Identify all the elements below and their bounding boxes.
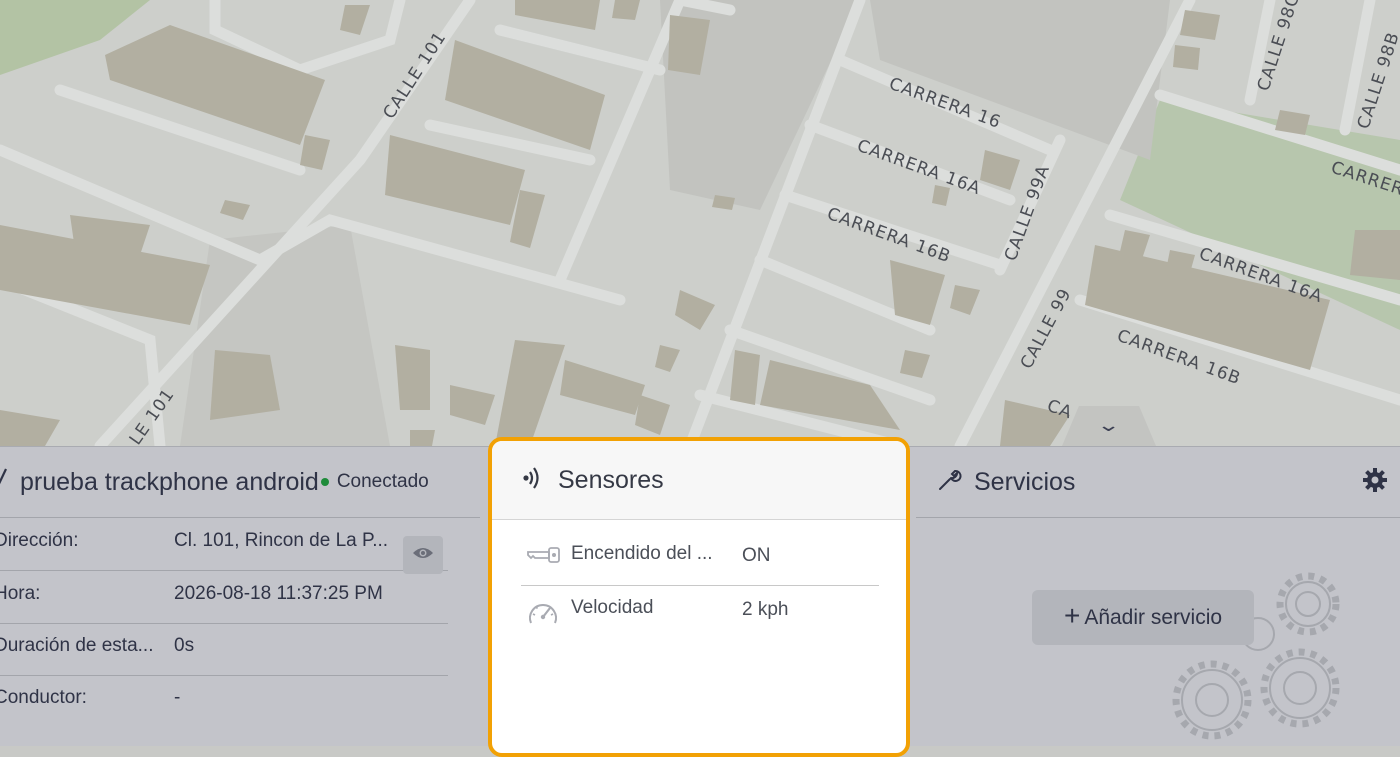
- add-service-button[interactable]: + Añadir servicio: [1032, 590, 1254, 645]
- map-canvas: CALLE 101 LE 101 CARRERA 16 CARRERA 16A …: [0, 0, 1400, 446]
- device-status: Conectado: [336, 471, 429, 492]
- device-name: prueba trackphone android: [20, 467, 319, 496]
- services-title: Servicios: [974, 467, 1076, 496]
- eye-icon: [412, 546, 434, 565]
- sensor-label: Velocidad: [571, 597, 654, 618]
- info-row-time: Hora: 2026-08-18 11:37:25 PM: [0, 571, 448, 624]
- sensors-card: Sensores Encendido del ... ON Velocidad …: [488, 437, 910, 757]
- info-row-driver: Conductor: -: [0, 675, 448, 727]
- view-address-button[interactable]: [403, 536, 443, 574]
- sensor-value: 2 kph: [742, 599, 789, 620]
- info-value: 0s: [174, 635, 195, 656]
- chevron-down-icon: ⌄: [1096, 414, 1122, 435]
- info-label: Hora:: [0, 583, 41, 604]
- sensor-row[interactable]: Encendido del ... ON: [521, 533, 879, 586]
- services-settings-button[interactable]: [1360, 467, 1390, 497]
- wrench-icon: [936, 467, 962, 498]
- sensors-header: Sensores: [492, 441, 906, 520]
- key-icon: [527, 545, 561, 570]
- status-dot: [320, 478, 329, 486]
- services-header: Servicios: [916, 447, 1400, 518]
- info-label: Duración de esta...: [0, 635, 154, 656]
- sensor-row[interactable]: Velocidad 2 kph: [521, 587, 879, 639]
- info-row-address: Dirección: Cl. 101, Rincon de La P...: [0, 518, 448, 571]
- sensor-signal-icon: [520, 465, 544, 496]
- info-label: Conductor:: [0, 687, 87, 708]
- add-service-label: Añadir servicio: [1084, 605, 1223, 629]
- gear-icon: [1362, 467, 1388, 498]
- info-value: Cl. 101, Rincon de La P...: [174, 530, 389, 551]
- info-value: -: [174, 687, 181, 708]
- info-label: Dirección:: [0, 530, 79, 551]
- sensor-label: Encendido del ...: [571, 543, 713, 564]
- map-view[interactable]: CALLE 101 LE 101 CARRERA 16 CARRERA 16A …: [0, 0, 1400, 446]
- sensor-value: ON: [742, 545, 771, 566]
- plus-icon: +: [1063, 600, 1081, 631]
- info-value: 2026-08-18 11:37:25 PM: [174, 583, 383, 604]
- navigation-arrow-icon: [0, 468, 8, 496]
- device-header: prueba trackphone android Conectado: [0, 447, 480, 518]
- sensors-title: Sensores: [558, 465, 664, 494]
- info-row-duration: Duración de esta... 0s: [0, 623, 448, 676]
- speedometer-icon: [527, 599, 559, 634]
